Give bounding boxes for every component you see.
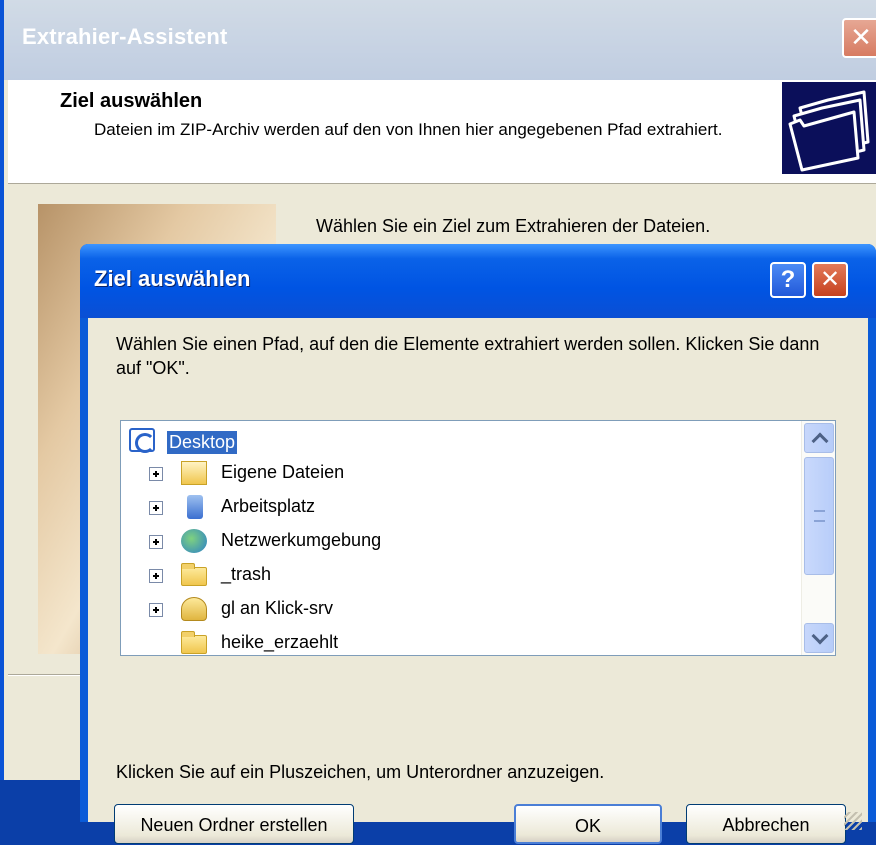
folder-tree-view[interactable]: Desktop Eigene Dateien Arbeitsplatz Netz… — [120, 420, 836, 656]
dialog-close-button[interactable]: ✕ — [812, 262, 848, 298]
folder-tree-list: Desktop Eigene Dateien Arbeitsplatz Netz… — [121, 421, 801, 655]
resize-grip-icon[interactable] — [844, 812, 862, 830]
tree-item[interactable]: Arbeitsplatz — [137, 493, 537, 523]
cancel-button[interactable]: Abbrechen — [686, 804, 846, 844]
tree-item-label: Eigene Dateien — [221, 462, 345, 482]
dialog-titlebar[interactable]: Ziel auswählen ? ✕ — [80, 244, 876, 318]
help-button[interactable]: ? — [770, 262, 806, 298]
folders-icon — [782, 82, 876, 174]
desktop-icon — [129, 428, 155, 453]
expand-hint-text: Klicken Sie auf ein Pluszeichen, um Unte… — [116, 762, 605, 782]
scrollbar-thumb[interactable] — [804, 457, 834, 575]
tree-item-label: heike_erzaehlt — [221, 632, 339, 652]
dialog-instruction: Wählen Sie einen Pfad, auf den die Eleme… — [116, 334, 820, 378]
scroll-up-arrow-icon[interactable] — [804, 423, 834, 453]
new-folder-button[interactable]: Neuen Ordner erstellen — [114, 804, 354, 844]
tree-item[interactable]: Netzwerkumgebung — [137, 527, 537, 557]
wizard-header: Ziel auswählen Dateien im ZIP-Archiv wer… — [8, 80, 876, 184]
tree-item-label: Arbeitsplatz — [221, 496, 316, 516]
dialog-title: Ziel auswählen — [94, 266, 251, 291]
tree-item[interactable]: heike_erzaehlt — [137, 629, 537, 655]
scroll-down-arrow-icon[interactable] — [804, 623, 834, 653]
tree-item[interactable]: _trash — [137, 561, 537, 591]
tree-item-label: gl an Klick-srv — [221, 598, 334, 618]
expand-plus-icon[interactable] — [149, 603, 163, 617]
wizard-header-subtitle: Dateien im ZIP-Archiv werden auf den von… — [94, 120, 723, 139]
wizard-intro-text: Wählen Sie ein Ziel zum Extrahieren der … — [316, 216, 711, 236]
tree-item[interactable]: gl an Klick-srv — [137, 595, 537, 625]
help-icon: ? — [780, 266, 796, 293]
network-icon — [181, 529, 207, 553]
ok-button[interactable]: OK — [514, 804, 662, 844]
select-destination-dialog: Ziel auswählen ? ✕ Wählen Sie einen Pfad… — [80, 244, 876, 844]
expand-plus-icon[interactable] — [149, 467, 163, 481]
tree-item-desktop[interactable]: Desktop — [121, 425, 521, 455]
wizard-close-button[interactable]: ✕ — [842, 18, 876, 58]
folder-icon — [181, 631, 207, 654]
tree-item[interactable]: Eigene Dateien — [137, 459, 537, 489]
tree-item-label: Desktop — [167, 431, 238, 454]
folder-icon — [181, 563, 207, 586]
documents-folder-icon — [181, 461, 207, 485]
expand-plus-icon[interactable] — [149, 569, 163, 583]
network-share-icon — [181, 597, 207, 621]
close-icon: ✕ — [819, 266, 841, 293]
dialog-body: Wählen Sie einen Pfad, auf den die Eleme… — [88, 318, 868, 844]
tree-item-label: Netzwerkumgebung — [221, 530, 382, 550]
tree-vertical-scrollbar[interactable] — [801, 421, 835, 655]
expand-plus-icon[interactable] — [149, 501, 163, 515]
wizard-title: Extrahier-Assistent — [22, 24, 228, 49]
wizard-header-title: Ziel auswählen — [60, 90, 203, 112]
computer-icon — [187, 495, 203, 519]
expand-plus-icon[interactable] — [149, 535, 163, 549]
close-icon: ✕ — [850, 22, 872, 52]
tree-item-label: _trash — [221, 564, 272, 584]
